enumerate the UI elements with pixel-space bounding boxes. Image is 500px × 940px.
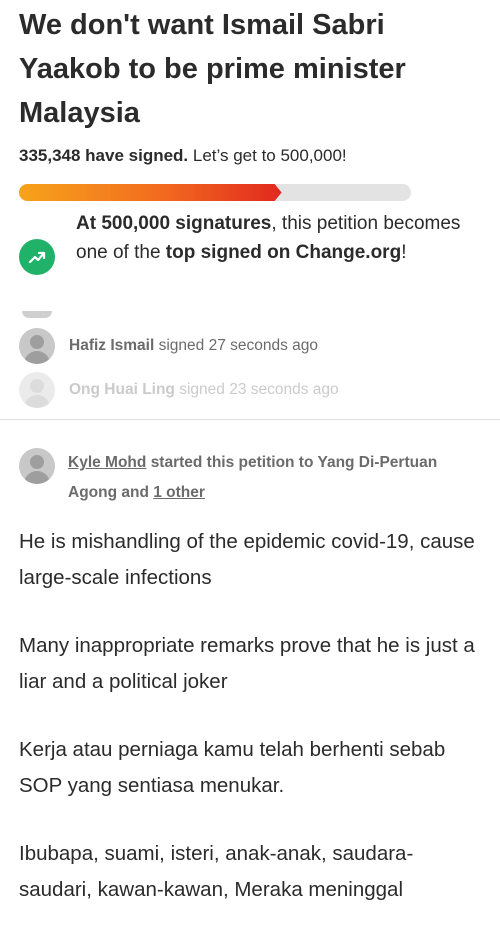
description-paragraph: He is mishandling of the epidemic covid-…: [19, 530, 475, 589]
signature-progress-bar: [19, 184, 411, 201]
signer-action: signed 27 seconds ago: [158, 337, 319, 354]
milestone-bold-2: top signed on Change.org: [165, 242, 402, 263]
description-paragraph: Kerja atau perniaga kamu telah berhenti …: [19, 738, 446, 797]
milestone-message: At 500,000 signatures, this petition bec…: [76, 209, 476, 267]
section-divider: [0, 419, 500, 420]
description-paragraph: Ibubapa, suami, isteri, anak-anak, sauda…: [19, 842, 414, 901]
signer-name: Hafiz Ismail: [69, 337, 155, 354]
trending-up-icon: [19, 239, 55, 275]
recent-signer-row: Ong Huai Ling signed 23 seconds ago: [19, 372, 339, 408]
signature-count: 335,348 have signed. Let’s get to 500,00…: [19, 146, 347, 166]
avatar: [19, 328, 55, 364]
petition-description: He is mishandling of the epidemic covid-…: [19, 524, 484, 940]
progress-fill: [19, 184, 282, 201]
goal-text: Let’s get to 500,000!: [192, 146, 347, 165]
description-paragraph: Many inappropriate remarks prove that he…: [19, 634, 475, 693]
petition-title: We don't want Ismail Sabri Yaakob to be …: [19, 9, 406, 129]
previous-signer-avatar-partial: [22, 311, 52, 318]
milestone-text-2: !: [401, 242, 407, 263]
recent-signer-row: Hafiz Ismail signed 27 seconds ago: [19, 328, 318, 364]
milestone-bold-1: At 500,000 signatures: [76, 213, 272, 234]
other-recipients-link[interactable]: 1 other: [153, 484, 205, 501]
signer-name: Ong Huai Ling: [69, 381, 175, 398]
starter-avatar[interactable]: [19, 448, 55, 484]
signer-action: signed 23 seconds ago: [179, 381, 339, 398]
avatar: [19, 372, 55, 408]
signed-count-text: 335,348 have signed.: [19, 146, 189, 165]
starter-name-link[interactable]: Kyle Mohd: [68, 454, 146, 471]
